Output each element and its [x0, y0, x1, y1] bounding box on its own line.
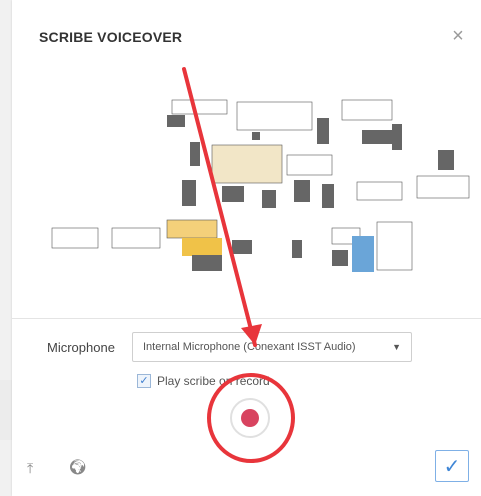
- globe-icon[interactable]: 🌍︎: [68, 458, 87, 476]
- upload-icon[interactable]: ⤒: [27, 460, 43, 476]
- record-button[interactable]: [230, 398, 270, 438]
- microphone-label: Microphone: [47, 340, 115, 355]
- play-scribe-checkbox[interactable]: ✓: [137, 374, 151, 388]
- microphone-select[interactable]: Internal Microphone (Conexant ISST Audio…: [132, 332, 412, 362]
- microphone-select-value: Internal Microphone (Conexant ISST Audio…: [143, 341, 356, 353]
- scribe-preview-image: [32, 90, 472, 305]
- record-dot-icon: [241, 409, 259, 427]
- dialog-title: SCRIBE VOICEOVER: [39, 29, 183, 45]
- close-icon[interactable]: ×: [449, 26, 467, 46]
- play-scribe-label: Play scribe on record: [157, 374, 270, 388]
- confirm-button[interactable]: ✓: [435, 450, 469, 482]
- section-divider: [12, 318, 481, 319]
- voiceover-dialog: SCRIBE VOICEOVER × Microphone Internal M…: [12, 0, 481, 496]
- check-icon: ✓: [443, 456, 461, 478]
- dropdown-arrow-icon: ▼: [392, 342, 401, 352]
